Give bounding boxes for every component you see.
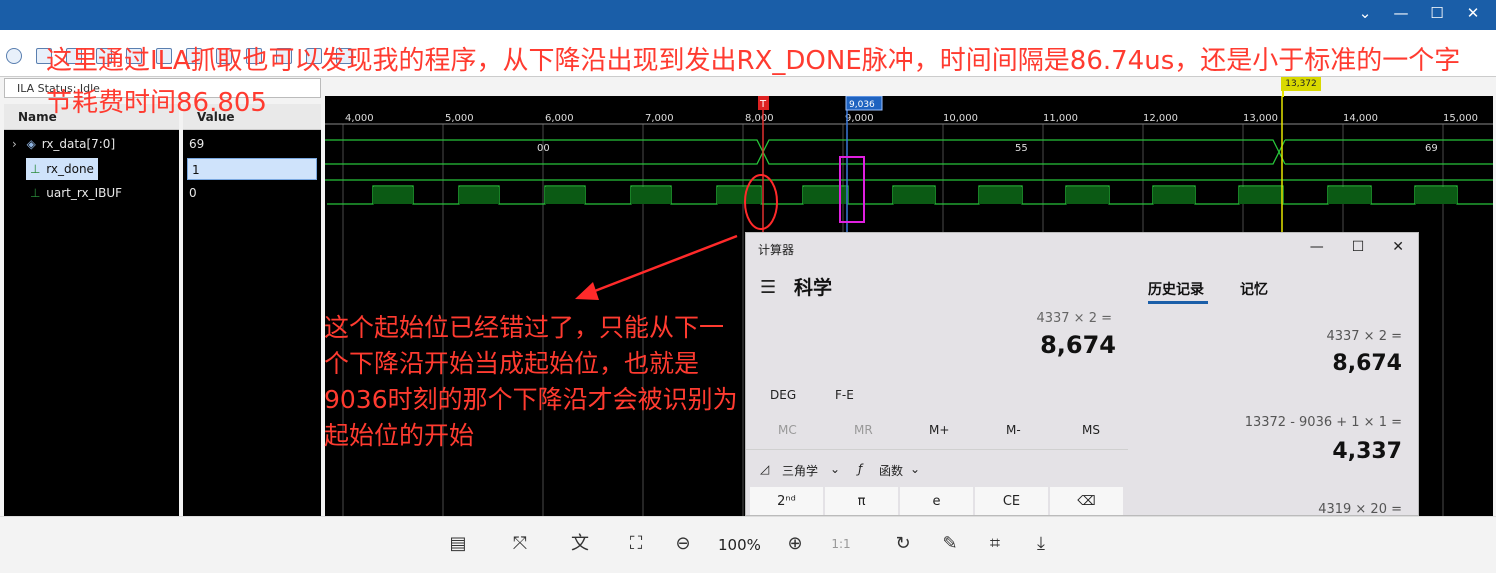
edit-icon[interactable]: ✎ — [938, 532, 962, 556]
calculator-expression: 4337 × 2 = — [1036, 311, 1112, 326]
wire-icon: ⊥ — [30, 162, 41, 176]
history-result[interactable]: 4,337 — [1332, 439, 1402, 464]
arrow-line — [586, 234, 738, 296]
layout-icon[interactable]: ▤ — [446, 532, 470, 556]
expand-chevron-icon[interactable]: › — [12, 137, 17, 151]
pi-button[interactable]: π — [825, 487, 898, 515]
bus-value: 69 — [1425, 143, 1438, 154]
maximize-icon[interactable]: ☐ — [1352, 239, 1365, 255]
e-button[interactable]: e — [900, 487, 973, 515]
bus-icon: ◈ — [26, 137, 36, 151]
bus-values: 00 55 69 — [537, 143, 1438, 154]
function-icon: ƒ — [858, 462, 863, 476]
zoom-level: 100% — [718, 536, 761, 554]
calculator-result: 8,674 — [1040, 331, 1116, 359]
window-titlebar: ⌄ — ☐ ✕ — [0, 0, 1496, 30]
fit-width-icon[interactable]: ⤧ — [508, 532, 532, 556]
signal-value-selected: 1 — [187, 158, 317, 180]
signal-row-rx-done[interactable]: ⊥ rx_done — [26, 158, 98, 180]
history-expression[interactable]: 4337 × 2 = — [1326, 329, 1402, 344]
calculator-window[interactable]: 计算器 — ☐ ✕ ☰ 科学 4337 × 2 = 8,674 DEG F-E … — [745, 232, 1419, 516]
signal-name: uart_rx_IBUF — [46, 186, 123, 200]
tab-history-underline — [1148, 301, 1208, 304]
rotate-icon[interactable]: ↻ — [891, 532, 915, 556]
crop-icon[interactable]: ⌗ — [983, 532, 1007, 556]
backspace-button[interactable]: ⌫ — [1050, 487, 1123, 515]
chevron-down-icon[interactable]: ⌄ — [1354, 4, 1376, 22]
zoom-in-icon[interactable]: ⊕ — [783, 532, 807, 556]
ms-button[interactable]: MS — [1082, 423, 1100, 437]
triangle-ruler-icon: ◿ — [760, 462, 770, 476]
arrow-head — [575, 282, 599, 300]
calculator-keypad: 2ⁿᵈ π e CE ⌫ — [750, 487, 1123, 515]
second-button[interactable]: 2ⁿᵈ — [750, 487, 823, 515]
translate-icon[interactable]: 文 — [568, 532, 592, 556]
signal-value: 69 — [189, 137, 205, 151]
calculator-title: 计算器 — [758, 243, 795, 257]
deg-button[interactable]: DEG — [770, 388, 796, 402]
minimize-icon[interactable]: — — [1390, 4, 1412, 22]
calculator-window-controls: — ☐ ✕ — [1310, 239, 1404, 255]
history-result[interactable]: 8,674 — [1332, 351, 1402, 376]
function-row: ◿ 三角学 ⌄ ƒ 函数 ⌄ — [746, 449, 1128, 484]
fe-button[interactable]: F-E — [835, 388, 854, 402]
m-plus-button[interactable]: M+ — [929, 423, 949, 437]
minimize-icon[interactable]: — — [1310, 239, 1324, 255]
hamburger-menu-icon[interactable]: ☰ — [760, 277, 776, 298]
chevron-down-icon[interactable]: ⌄ — [910, 462, 920, 476]
signal-values-pane: 69 1 0 — [183, 130, 321, 516]
calculator-mode: 科学 — [794, 277, 833, 299]
annotation-mid: 这个起始位已经错过了，只能从下一个下降沿开始当成起始位，也就是9036时刻的那个… — [324, 313, 738, 450]
tab-memory[interactable]: 记忆 — [1240, 279, 1268, 299]
maximize-icon[interactable]: ☐ — [1426, 4, 1448, 22]
fullscreen-icon[interactable]: ⛶ — [624, 532, 648, 556]
bus-rx-data — [325, 139, 1493, 165]
window-controls: ⌄ — ☐ ✕ — [1354, 4, 1484, 22]
search-icon[interactable] — [6, 48, 22, 64]
download-icon[interactable]: ⤓ — [1029, 532, 1053, 556]
ce-button[interactable]: CE — [975, 487, 1048, 515]
bus-value: 00 — [537, 143, 550, 154]
func-dropdown[interactable]: 函数 — [879, 462, 903, 479]
signal-row-rx-data[interactable]: › ◈ rx_data[7:0] — [12, 133, 177, 155]
signal-row-uart-rx[interactable]: ⊥ uart_rx_IBUF — [26, 182, 176, 204]
history-expression[interactable]: 13372 - 9036 + 1 × 1 = — [1245, 415, 1402, 430]
close-icon[interactable]: ✕ — [1462, 4, 1484, 22]
signal-name: rx_data[7:0] — [41, 137, 116, 151]
wire-icon: ⊥ — [30, 186, 41, 200]
bus-value: 55 — [1015, 143, 1028, 154]
signal-value: 0 — [189, 186, 197, 200]
m-minus-button[interactable]: M- — [1006, 423, 1021, 437]
zoom-out-icon[interactable]: ⊖ — [671, 532, 695, 556]
history-expression[interactable]: 4319 × 20 = — [1318, 502, 1402, 515]
annotation-top: 这里通过ILA抓取也可以发现我的程序，从下降沿出现到发出RX_DONE脉冲，时间… — [46, 46, 1461, 118]
signal-name: rx_done — [46, 162, 94, 176]
actual-size-icon[interactable]: 1:1 — [829, 532, 853, 556]
tab-history[interactable]: 历史记录 — [1148, 279, 1204, 299]
mr-button[interactable]: MR — [854, 423, 873, 437]
signal-names-pane: › ◈ rx_data[7:0] ⊥ rx_done ⊥ uart_rx_IBU… — [4, 130, 179, 516]
trig-dropdown[interactable]: 三角学 — [782, 462, 818, 479]
wave-uart-rx — [327, 185, 1493, 205]
chevron-down-icon[interactable]: ⌄ — [830, 462, 840, 476]
mc-button[interactable]: MC — [778, 423, 797, 437]
close-icon[interactable]: ✕ — [1392, 239, 1404, 255]
